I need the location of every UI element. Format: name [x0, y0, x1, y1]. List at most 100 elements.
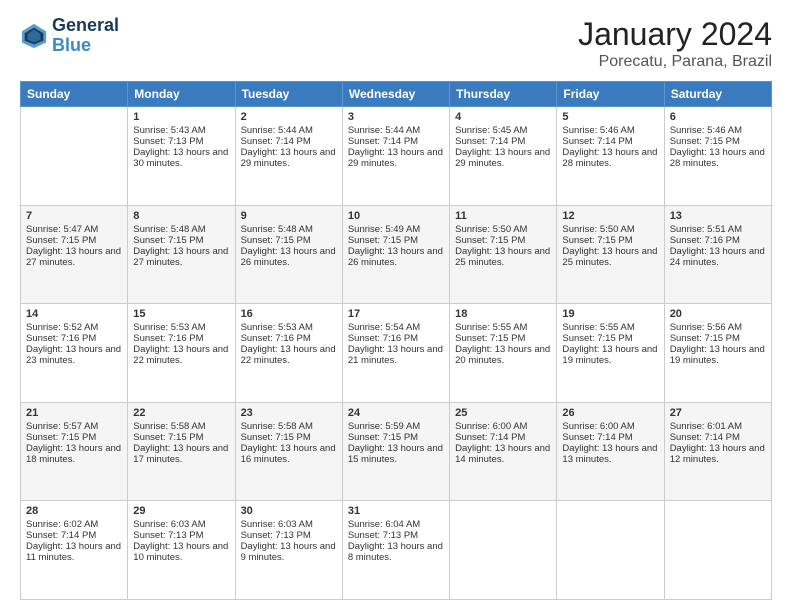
col-header-thursday: Thursday — [450, 82, 557, 107]
day-number: 25 — [455, 407, 551, 419]
calendar-cell: 21Sunrise: 5:57 AMSunset: 7:15 PMDayligh… — [21, 402, 128, 501]
sunset-text: Sunset: 7:14 PM — [348, 136, 444, 147]
daylight-text: Daylight: 13 hours and 19 minutes. — [670, 344, 766, 366]
calendar-cell: 16 Sunrise: 5:53 AMSunset: 7:16 PMDayligh… — [235, 304, 342, 403]
sunrise-text: Sunrise: 6:01 AM — [670, 421, 766, 432]
sunset-text: Sunset: 7:14 PM — [26, 530, 122, 541]
week-row-3: 14Sunrise: 5:52 AMSunset: 7:16 PMDayligh… — [21, 304, 772, 403]
sunset-text: Sunset: 7:15 PM — [455, 333, 551, 344]
daylight-text: Daylight: 13 hours and 12 minutes. — [670, 443, 766, 465]
day-number: 15 — [133, 308, 229, 320]
calendar-cell: 15Sunrise: 5:53 AMSunset: 7:16 PMDayligh… — [128, 304, 235, 403]
calendar-cell: 18Sunrise: 5:55 AMSunset: 7:15 PMDayligh… — [450, 304, 557, 403]
daylight-text: Daylight: 13 hours and 27 minutes. — [133, 246, 229, 268]
daylight-text: Daylight: 13 hours and 30 minutes. — [133, 147, 229, 169]
calendar-cell: 23Sunrise: 5:58 AMSunset: 7:15 PMDayligh… — [235, 402, 342, 501]
sunrise-text: Sunrise: 5:43 AM — [133, 125, 229, 136]
col-header-saturday: Saturday — [664, 82, 771, 107]
day-number: 27 — [670, 407, 766, 419]
sunrise-text: Sunrise: 5:49 AM — [348, 224, 444, 235]
daylight-text: Daylight: 13 hours and 29 minutes. — [241, 147, 337, 169]
day-number: 16 — [241, 308, 337, 320]
sunrise-text: Sunrise: 5:53 AM — [241, 322, 337, 333]
logo: General Blue — [20, 16, 119, 56]
calendar-cell — [664, 501, 771, 600]
sunrise-text: Sunrise: 5:59 AM — [348, 421, 444, 432]
daylight-text: Daylight: 13 hours and 22 minutes. — [133, 344, 229, 366]
sunset-text: Sunset: 7:14 PM — [670, 432, 766, 443]
sunset-text: Sunset: 7:16 PM — [670, 235, 766, 246]
week-row-5: 28Sunrise: 6:02 AMSunset: 7:14 PMDayligh… — [21, 501, 772, 600]
daylight-text: Daylight: 13 hours and 24 minutes. — [670, 246, 766, 268]
sunset-text: Sunset: 7:15 PM — [562, 333, 658, 344]
sunset-text: Sunset: 7:15 PM — [133, 432, 229, 443]
week-row-4: 21Sunrise: 5:57 AMSunset: 7:15 PMDayligh… — [21, 402, 772, 501]
day-number: 18 — [455, 308, 551, 320]
sunrise-text: Sunrise: 5:51 AM — [670, 224, 766, 235]
day-number: 5 — [562, 111, 658, 123]
sunrise-text: Sunrise: 6:03 AM — [133, 519, 229, 530]
daylight-text: Daylight: 13 hours and 26 minutes. — [348, 246, 444, 268]
logo-text: General Blue — [52, 16, 119, 56]
day-number: 3 — [348, 111, 444, 123]
logo-icon — [20, 22, 48, 50]
sunset-text: Sunset: 7:15 PM — [26, 432, 122, 443]
sunset-text: Sunset: 7:15 PM — [348, 432, 444, 443]
day-number: 6 — [670, 111, 766, 123]
daylight-text: Daylight: 13 hours and 29 minutes. — [348, 147, 444, 169]
col-header-sunday: Sunday — [21, 82, 128, 107]
calendar-cell: 8Sunrise: 5:48 AMSunset: 7:15 PMDaylight… — [128, 205, 235, 304]
header: General Blue January 2024 Porecatu, Para… — [20, 16, 772, 71]
day-number: 20 — [670, 308, 766, 320]
col-header-monday: Monday — [128, 82, 235, 107]
sunset-text: Sunset: 7:13 PM — [133, 530, 229, 541]
sunrise-text: Sunrise: 5:50 AM — [562, 224, 658, 235]
calendar-cell — [450, 501, 557, 600]
daylight-text: Daylight: 13 hours and 14 minutes. — [455, 443, 551, 465]
sunrise-text: Sunrise: 5:56 AM — [670, 322, 766, 333]
day-number: 1 — [133, 111, 229, 123]
sunset-text: Sunset: 7:15 PM — [133, 235, 229, 246]
daylight-text: Daylight: 13 hours and 18 minutes. — [26, 443, 122, 465]
sunset-text: Sunset: 7:14 PM — [455, 432, 551, 443]
calendar-cell: 6Sunrise: 5:46 AMSunset: 7:15 PMDaylight… — [664, 107, 771, 206]
sunrise-text: Sunrise: 6:04 AM — [348, 519, 444, 530]
sunrise-text: Sunrise: 5:55 AM — [562, 322, 658, 333]
daylight-text: Daylight: 13 hours and 11 minutes. — [26, 541, 122, 563]
daylight-text: Daylight: 13 hours and 19 minutes. — [562, 344, 658, 366]
daylight-text: Daylight: 13 hours and 22 minutes. — [241, 344, 337, 366]
sunset-text: Sunset: 7:15 PM — [670, 136, 766, 147]
daylight-text: Daylight: 13 hours and 25 minutes. — [562, 246, 658, 268]
daylight-text: Daylight: 13 hours and 9 minutes. — [241, 541, 337, 563]
title-block: January 2024 Porecatu, Parana, Brazil — [578, 16, 772, 71]
daylight-text: Daylight: 13 hours and 10 minutes. — [133, 541, 229, 563]
sunset-text: Sunset: 7:15 PM — [26, 235, 122, 246]
week-row-1: 1Sunrise: 5:43 AMSunset: 7:13 PMDaylight… — [21, 107, 772, 206]
sunrise-text: Sunrise: 5:48 AM — [133, 224, 229, 235]
sunset-text: Sunset: 7:16 PM — [26, 333, 122, 344]
sunrise-text: Sunrise: 5:48 AM — [241, 224, 337, 235]
day-number: 24 — [348, 407, 444, 419]
sunset-text: Sunset: 7:13 PM — [133, 136, 229, 147]
calendar-cell: 31Sunrise: 6:04 AMSunset: 7:13 PMDayligh… — [342, 501, 449, 600]
day-number: 4 — [455, 111, 551, 123]
sunset-text: Sunset: 7:15 PM — [348, 235, 444, 246]
sunset-text: Sunset: 7:16 PM — [348, 333, 444, 344]
calendar-cell: 27 Sunrise: 6:01 AMSunset: 7:14 PMDayligh… — [664, 402, 771, 501]
calendar-cell: 22Sunrise: 5:58 AMSunset: 7:15 PMDayligh… — [128, 402, 235, 501]
day-number: 17 — [348, 308, 444, 320]
calendar-cell: 29Sunrise: 6:03 AMSunset: 7:13 PMDayligh… — [128, 501, 235, 600]
calendar-cell: 9Sunrise: 5:48 AMSunset: 7:15 PMDaylight… — [235, 205, 342, 304]
sunset-text: Sunset: 7:16 PM — [241, 333, 337, 344]
day-number: 12 — [562, 210, 658, 222]
daylight-text: Daylight: 13 hours and 13 minutes. — [562, 443, 658, 465]
sunset-text: Sunset: 7:13 PM — [241, 530, 337, 541]
daylight-text: Daylight: 13 hours and 28 minutes. — [562, 147, 658, 169]
daylight-text: Daylight: 13 hours and 25 minutes. — [455, 246, 551, 268]
sunset-text: Sunset: 7:16 PM — [133, 333, 229, 344]
sunrise-text: Sunrise: 6:03 AM — [241, 519, 337, 530]
sunset-text: Sunset: 7:13 PM — [348, 530, 444, 541]
daylight-text: Daylight: 13 hours and 26 minutes. — [241, 246, 337, 268]
sunrise-text: Sunrise: 5:52 AM — [26, 322, 122, 333]
day-number: 21 — [26, 407, 122, 419]
